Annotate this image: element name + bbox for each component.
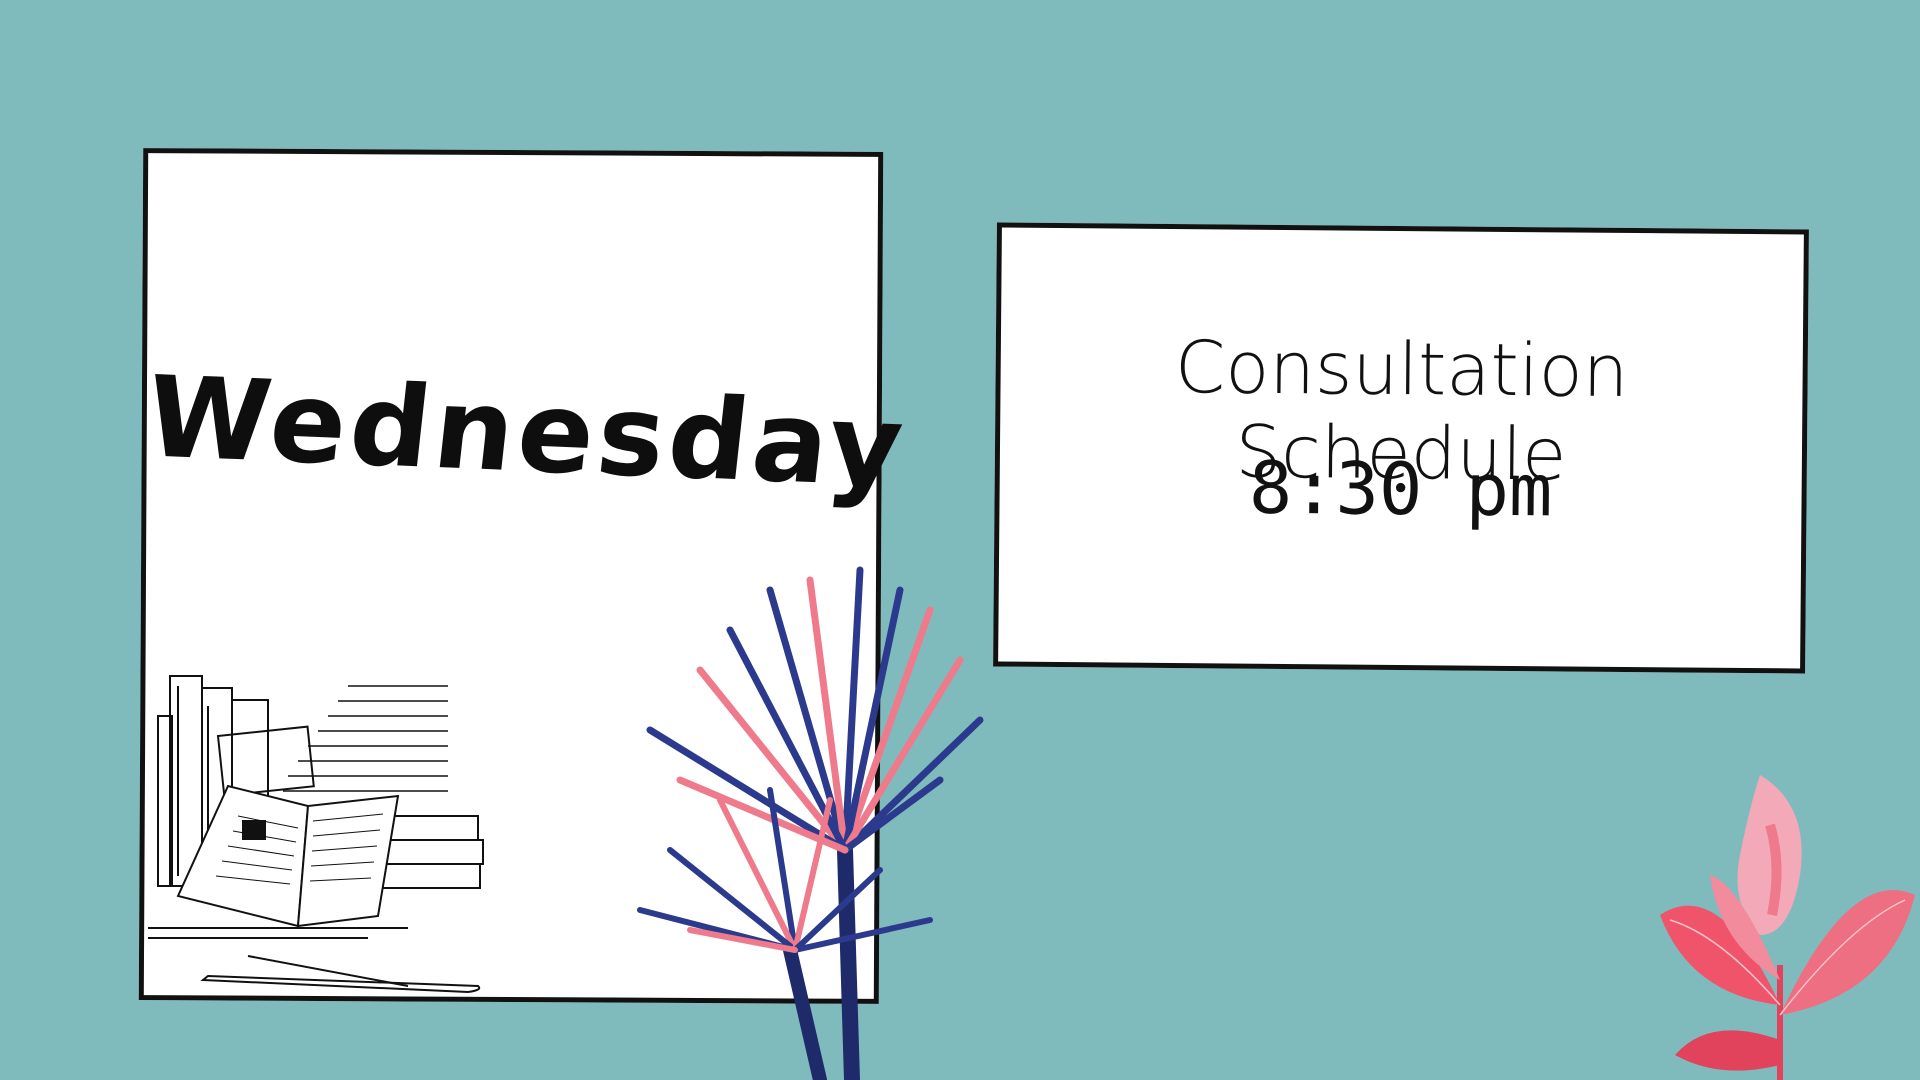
pink-plant-icon bbox=[1660, 775, 1915, 1080]
palm-plant-icon bbox=[637, 566, 984, 1080]
schedule-card: Consultation Schedule 8:30 pm bbox=[993, 222, 1809, 674]
books-icon bbox=[148, 675, 484, 994]
day-title: Wednesday bbox=[139, 352, 913, 513]
schedule-time: 8:30 pm bbox=[1248, 445, 1553, 533]
